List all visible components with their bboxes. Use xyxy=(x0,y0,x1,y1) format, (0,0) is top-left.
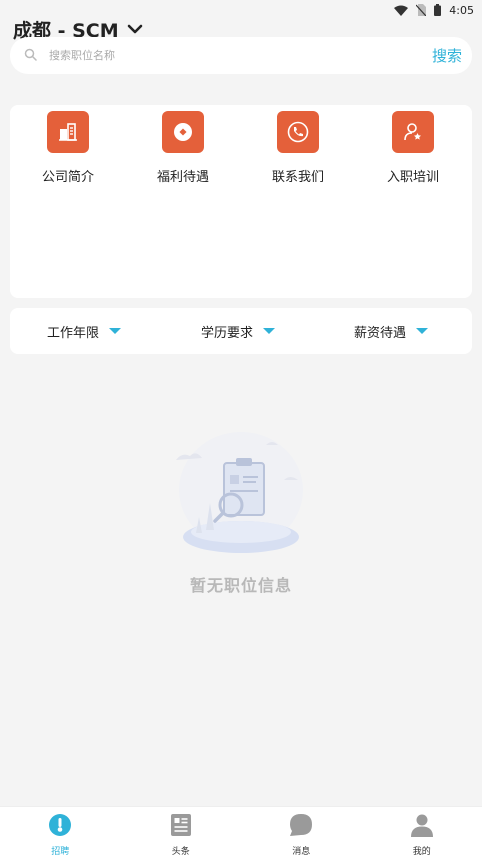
search-bar: 搜索 xyxy=(10,37,472,74)
filter-label: 薪资待遇 xyxy=(354,325,407,341)
filter-education[interactable]: 学历要求 xyxy=(201,308,276,354)
filter-salary[interactable]: 薪资待遇 xyxy=(354,308,429,354)
empty-state: 暂无职位信息 xyxy=(0,425,482,596)
news-icon xyxy=(169,813,193,841)
menu-item-company-intro[interactable]: 公司简介 xyxy=(23,111,113,185)
user-star-icon xyxy=(392,111,434,153)
tab-profile[interactable]: 我的 xyxy=(362,807,482,856)
search-input[interactable] xyxy=(49,49,432,62)
profile-icon xyxy=(410,813,434,841)
empty-message: 暂无职位信息 xyxy=(189,576,292,595)
menu-label: 公司简介 xyxy=(41,170,94,185)
tab-label: 招聘 xyxy=(51,847,70,856)
triangle-down-icon xyxy=(263,328,276,334)
wifi-icon xyxy=(394,5,409,16)
triangle-down-icon xyxy=(109,328,122,334)
tab-news[interactable]: 头条 xyxy=(121,807,242,856)
empty-clipboard-illustration xyxy=(166,425,316,564)
tab-label: 头条 xyxy=(171,847,190,856)
menu-label: 福利待遇 xyxy=(156,170,209,185)
status-time: 4:05 xyxy=(449,3,474,17)
search-button[interactable]: 搜索 xyxy=(432,45,462,66)
tab-label: 消息 xyxy=(292,847,311,856)
tab-label: 我的 xyxy=(412,847,431,856)
no-sim-icon xyxy=(416,4,427,16)
building-icon xyxy=(47,111,89,153)
menu-label: 入职培训 xyxy=(386,170,439,185)
filter-label: 学历要求 xyxy=(201,325,254,341)
quick-menu-card: 公司简介 福利待遇 联系我们 入职培训 xyxy=(10,105,472,298)
triangle-down-icon xyxy=(416,328,429,334)
bottom-tab-bar: 招聘 头条 消息 我的 xyxy=(0,806,482,856)
search-icon xyxy=(24,46,37,65)
message-icon xyxy=(289,813,313,841)
phone-icon xyxy=(277,111,319,153)
coin-icon xyxy=(162,111,204,153)
tab-recruit[interactable]: 招聘 xyxy=(0,807,121,856)
menu-item-benefits[interactable]: 福利待遇 xyxy=(138,111,228,185)
filter-bar: 工作年限 学历要求 薪资待遇 xyxy=(10,308,472,354)
chevron-down-icon xyxy=(127,20,143,39)
menu-label: 联系我们 xyxy=(271,170,324,185)
filter-experience[interactable]: 工作年限 xyxy=(47,308,122,354)
tab-messages[interactable]: 消息 xyxy=(241,807,362,856)
filter-label: 工作年限 xyxy=(47,325,100,341)
battery-icon xyxy=(434,4,442,16)
recruit-icon xyxy=(48,813,72,841)
menu-item-onboarding[interactable]: 入职培训 xyxy=(368,111,458,185)
menu-item-contact-us[interactable]: 联系我们 xyxy=(253,111,343,185)
